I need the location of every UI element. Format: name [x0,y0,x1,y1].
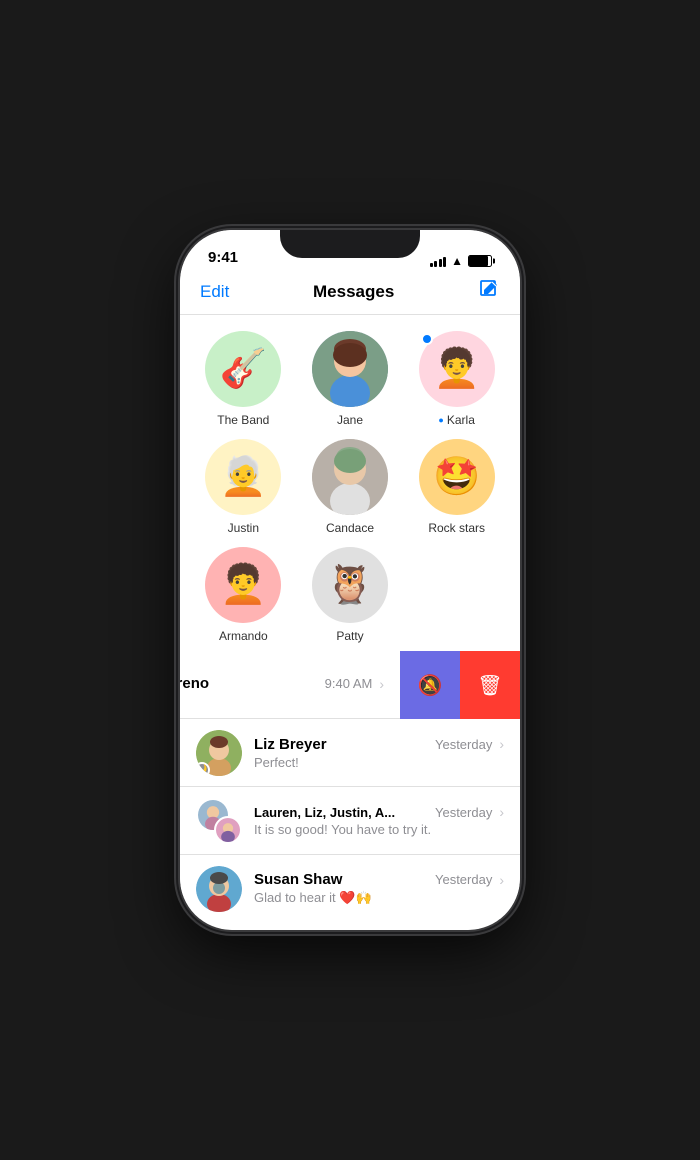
avatar-armando: 🧑‍🦱 [205,547,281,623]
status-icons: ▲ [430,254,492,268]
pinned-item-justin[interactable]: 🧑‍🦳 Justin [196,439,291,535]
avatar-jane [312,331,388,407]
avatar-rock-stars: 🤩 [419,439,495,515]
compose-button[interactable] [478,278,500,306]
nav-bar: Edit Messages [180,274,520,315]
lauren-content: Lauren, Liz, Justin, A... Yesterday › It… [254,804,504,837]
liz-sender: Liz Breyer [254,736,327,753]
message-row-liz-breyer[interactable]: 🌙 Liz Breyer Yesterday › Perfect! [180,719,520,787]
lauren-time: Yesterday › [435,804,504,820]
mute-action-button[interactable]: 🔕 [400,651,460,719]
pinned-name-the-band: The Band [217,413,269,427]
swipe-container-moreno: 🔕 🗑 😊 sa Moreno [180,651,520,719]
susan-time: Yesterday › [435,872,504,888]
delete-icon: 🗑 [477,673,502,698]
group-avatar-lauren [196,798,242,844]
pinned-name-patty: Patty [336,629,363,643]
pinned-item-the-band[interactable]: 🎸 The Band [196,331,291,427]
wifi-icon: ▲ [451,254,463,268]
page-title: Messages [313,282,394,302]
pinned-name-candace: Candace [326,521,374,535]
unread-dot-karla [421,333,433,345]
delete-action-button[interactable]: 🗑 [460,651,520,719]
pinned-item-jane[interactable]: Jane [303,331,398,427]
notch [280,230,420,258]
mute-icon: 🔕 [418,673,443,698]
avatar-candace [312,439,388,515]
pinned-item-candace[interactable]: Candace [303,439,398,535]
pinned-name-rock-stars: Rock stars [428,521,485,535]
edit-button[interactable]: Edit [200,282,229,302]
phone-screen: 9:41 ▲ Edit Messages [180,230,520,930]
moreno-sender: sa Moreno [180,675,209,692]
pinned-item-karla[interactable]: 🧑‍🦱 ● Karla [409,331,504,427]
susan-preview: Glad to hear it ❤️🙌 [254,890,504,906]
pinned-grid: 🎸 The Band [190,331,510,643]
avatar-patty: 🦉 [312,547,388,623]
swipe-actions: 🔕 🗑 [400,651,520,719]
pinned-item-armando[interactable]: 🧑‍🦱 Armando [196,547,291,643]
message-row-lauren-group[interactable]: Lauren, Liz, Justin, A... Yesterday › It… [180,787,520,855]
avatar-the-band: 🎸 [205,331,281,407]
avatar-justin: 🧑‍🦳 [205,439,281,515]
susan-sender: Susan Shaw [254,871,342,888]
moreno-content: sa Moreno 9:40 AM › [180,675,384,694]
susan-content: Susan Shaw Yesterday › Glad to hear it ❤… [254,871,504,906]
lauren-preview: It is so good! You have to try it. [254,822,504,837]
pinned-item-patty[interactable]: 🦉 Patty [303,547,398,643]
message-row-moreno[interactable]: 😊 sa Moreno 9:40 AM › [180,651,400,719]
message-list: 🔕 🗑 😊 sa Moreno [180,651,520,919]
status-time: 9:41 [208,249,238,268]
scroll-area: 🎸 The Band [180,315,520,919]
pinned-name-armando: Armando [219,629,268,643]
phone-frame: 9:41 ▲ Edit Messages [180,230,520,930]
moon-icon-liz: 🌙 [196,762,210,776]
pinned-name-karla: ● Karla [438,413,474,427]
signal-icon [430,255,447,267]
pinned-item-rock-stars[interactable]: 🤩 Rock stars [409,439,504,535]
pinned-name-justin: Justin [228,521,259,535]
pinned-section: 🎸 The Band [180,315,520,651]
liz-time: Yesterday › [435,736,504,752]
battery-icon [468,255,492,267]
message-row-susan-shaw[interactable]: Susan Shaw Yesterday › Glad to hear it ❤… [180,855,520,919]
moreno-time: 9:40 AM › [325,676,384,692]
pinned-name-jane: Jane [337,413,363,427]
liz-content: Liz Breyer Yesterday › Perfect! [254,736,504,770]
liz-preview: Perfect! [254,755,504,770]
lauren-sender: Lauren, Liz, Justin, A... [254,805,395,820]
